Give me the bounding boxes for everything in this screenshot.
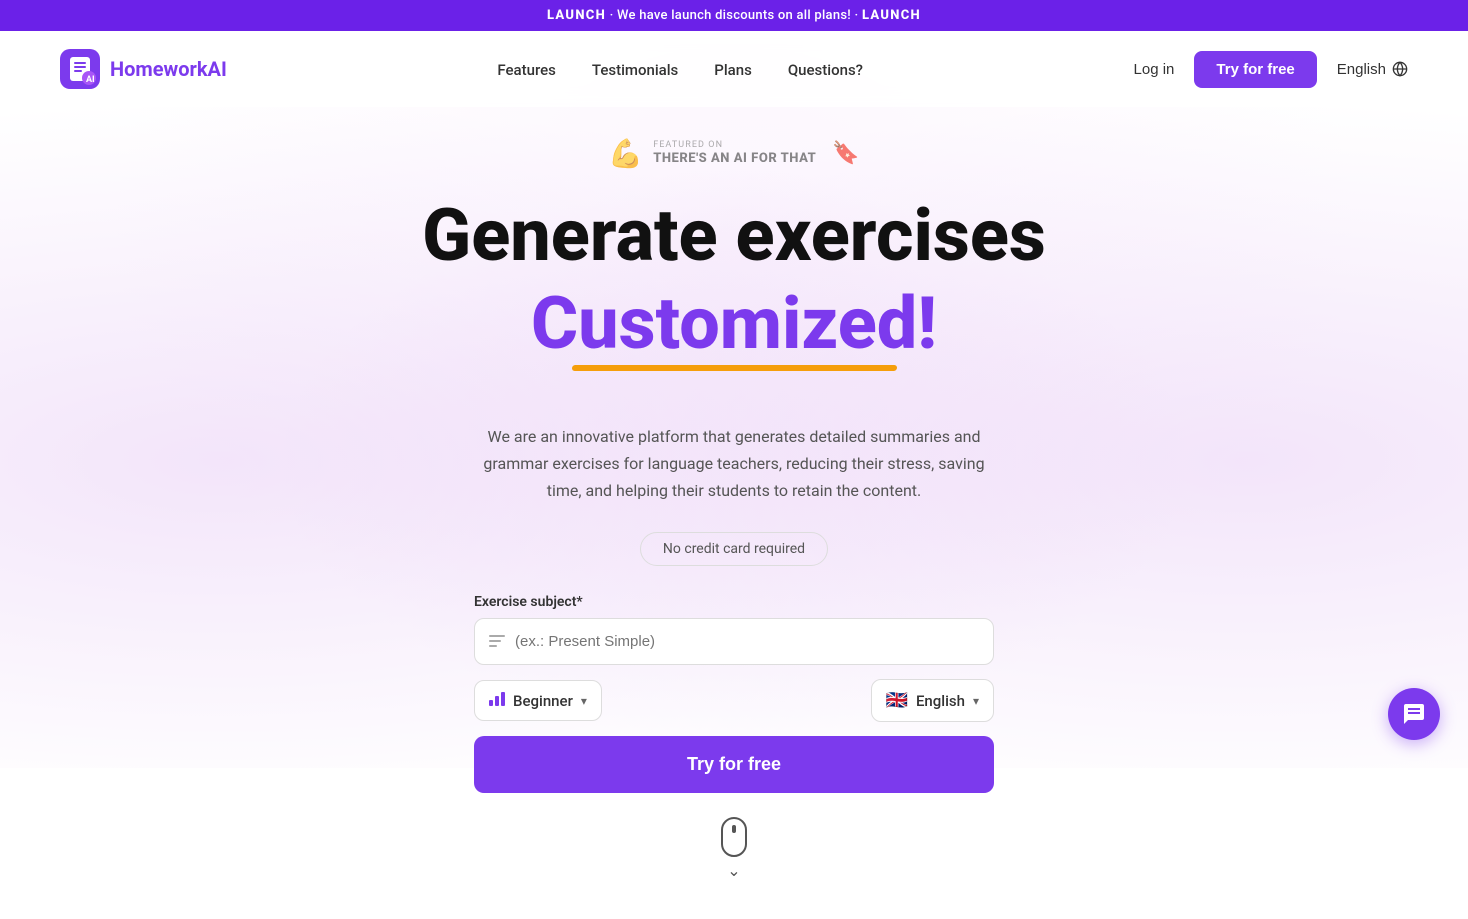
mouse-icon: [721, 817, 747, 857]
featured-badge: 💪 FEATURED ON THERE'S AN AI FOR THAT 🔖: [608, 137, 859, 170]
top-banner: LAUNCH · We have launch discounts on all…: [0, 0, 1468, 31]
main-nav: Features Testimonials Plans Questions?: [497, 60, 863, 79]
logo[interactable]: AI HomeworkAI: [60, 49, 227, 89]
logo-text: HomeworkAI: [110, 57, 227, 81]
exercise-subject-label: Exercise subject*: [474, 594, 994, 610]
svg-text:AI: AI: [86, 75, 95, 85]
no-credit-card-badge: No credit card required: [640, 532, 828, 566]
bookmark-icon: 🔖: [832, 141, 859, 166]
try-free-header-button[interactable]: Try for free: [1194, 51, 1316, 88]
chevron-down-icon: ▾: [581, 694, 587, 708]
input-lines-icon: [489, 632, 505, 651]
featured-on-small: FEATURED ON: [653, 140, 723, 151]
muscle-icon: 💪: [608, 137, 643, 170]
nav-features[interactable]: Features: [497, 61, 555, 79]
scroll-chevron-icon: ⌄: [727, 863, 740, 879]
login-button[interactable]: Log in: [1134, 61, 1175, 78]
chat-support-button[interactable]: [1388, 688, 1440, 740]
globe-icon: [1392, 61, 1408, 77]
mouse-wheel: [732, 825, 736, 833]
banner-sep1: ·: [610, 8, 614, 23]
chevron-down-lang-icon: ▾: [973, 694, 979, 708]
banner-launch1: LAUNCH: [547, 8, 606, 23]
logo-icon: AI: [60, 49, 100, 89]
chat-icon: [1402, 702, 1426, 726]
banner-launch2: LAUNCH: [862, 8, 921, 23]
exercise-form: Exercise subject*: [474, 594, 994, 817]
featured-text: FEATURED ON THERE'S AN AI FOR THAT: [653, 140, 816, 166]
hero-description: We are an innovative platform that gener…: [474, 423, 994, 505]
language-selector-form[interactable]: 🇬🇧 English ▾: [871, 679, 994, 722]
subject-input[interactable]: [515, 619, 979, 664]
lang-label-header: English: [1337, 61, 1386, 78]
subject-input-wrapper: [474, 618, 994, 665]
header: AI HomeworkAI Features Testimonials Plan…: [0, 31, 1468, 107]
level-label: Beginner: [513, 692, 573, 710]
language-selector-header[interactable]: English: [1337, 61, 1408, 78]
form-options-row: Beginner ▾ 🇬🇧 English ▾: [474, 679, 994, 722]
flag-icon: 🇬🇧: [886, 690, 908, 711]
chart-icon: [489, 691, 505, 710]
featured-on-name: THERE'S AN AI FOR THAT: [653, 151, 816, 167]
scroll-indicator: ⌄: [721, 817, 747, 879]
nav-testimonials[interactable]: Testimonials: [592, 61, 678, 79]
banner-middle: We have launch discounts on all plans!: [617, 8, 851, 23]
try-free-main-button[interactable]: Try for free: [474, 736, 994, 793]
nav-plans[interactable]: Plans: [714, 61, 752, 79]
hero-section: 💪 FEATURED ON THERE'S AN AI FOR THAT 🔖 G…: [0, 107, 1468, 919]
header-actions: Log in Try for free English: [1134, 51, 1408, 88]
hero-title-line2: Customized!: [531, 284, 937, 363]
nav-questions[interactable]: Questions?: [788, 61, 863, 79]
hero-title-line1: Generate exercises: [422, 198, 1046, 274]
level-selector[interactable]: Beginner ▾: [474, 680, 602, 721]
banner-sep2: ·: [854, 8, 858, 23]
lang-select-label: English: [916, 692, 965, 710]
